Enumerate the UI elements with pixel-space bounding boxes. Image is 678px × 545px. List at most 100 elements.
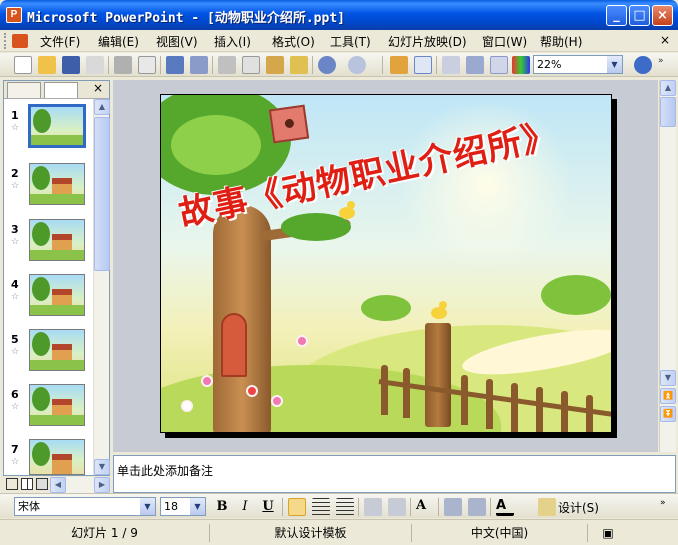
open-icon[interactable]: [38, 56, 56, 74]
spelling-icon[interactable]: [166, 56, 184, 74]
increase-indent-icon[interactable]: [468, 498, 486, 516]
slide-thumbnail-4[interactable]: [29, 274, 85, 316]
scroll-down-icon[interactable]: ▼: [94, 459, 110, 475]
show-grid-icon[interactable]: [490, 56, 508, 74]
close-pane-icon[interactable]: ×: [93, 81, 103, 95]
menu-file[interactable]: 文件(F): [40, 33, 80, 50]
bold-button[interactable]: B: [213, 498, 231, 516]
insert-table-icon[interactable]: [414, 56, 432, 74]
menu-insert[interactable]: 插入(I): [214, 33, 251, 50]
redo-icon[interactable]: [348, 56, 366, 74]
tab-slides[interactable]: [44, 82, 78, 98]
close-button[interactable]: ×: [652, 5, 673, 26]
toolbar-options-icon[interactable]: »: [658, 56, 670, 74]
scroll-up-icon[interactable]: ▲: [660, 80, 676, 96]
slide-thumbnail-5[interactable]: [29, 329, 85, 371]
insert-chart-icon[interactable]: [390, 56, 408, 74]
normal-view-icon[interactable]: [6, 478, 18, 490]
menu-edit[interactable]: 编辑(E): [98, 33, 139, 50]
color-grayscale-icon[interactable]: [512, 56, 530, 74]
menu-format[interactable]: 格式(O): [272, 33, 315, 50]
menu-help[interactable]: 帮助(H): [540, 33, 582, 50]
permission-icon[interactable]: [86, 56, 104, 74]
birdhouse: [268, 104, 310, 144]
slide-thumbnail-2[interactable]: [29, 163, 85, 205]
slideshow-view-icon[interactable]: [36, 478, 48, 490]
format-painter-icon[interactable]: [290, 56, 308, 74]
increase-font-icon[interactable]: A: [416, 498, 434, 516]
help-icon[interactable]: [634, 56, 652, 74]
align-right-icon[interactable]: [336, 498, 354, 516]
italic-button[interactable]: I: [236, 498, 254, 516]
menu-grip[interactable]: [4, 33, 8, 49]
star-icon: ☆: [11, 181, 20, 191]
font-combo[interactable]: 宋体 ▼: [14, 497, 156, 516]
show-formatting-icon[interactable]: [466, 56, 484, 74]
copy-icon[interactable]: [242, 56, 260, 74]
previous-slide-icon[interactable]: ⏫: [660, 388, 676, 404]
print-preview-icon[interactable]: [138, 56, 156, 74]
notes-pane[interactable]: 单击此处添加备注: [113, 455, 676, 493]
design-template[interactable]: 默认设计模板: [210, 524, 412, 542]
thumbnail-scrollbar[interactable]: ▲ ▼: [93, 99, 110, 475]
powerpoint-app-icon[interactable]: P: [6, 7, 22, 23]
font-color-icon[interactable]: A: [496, 498, 514, 516]
font-dropdown-icon[interactable]: ▼: [140, 498, 155, 515]
design-button[interactable]: 设计(S): [558, 499, 599, 516]
slide-thumbnail-1[interactable]: [28, 104, 86, 148]
size-dropdown-icon[interactable]: ▼: [190, 498, 205, 515]
undo-icon[interactable]: [318, 56, 336, 74]
scroll-thumb[interactable]: [94, 117, 110, 271]
slide-editor: 故事《动物职业介绍所》: [113, 80, 658, 452]
standard-toolbar: 22% ▼ »: [0, 53, 678, 77]
menu-window[interactable]: 窗口(W): [482, 33, 527, 50]
cut-icon[interactable]: [218, 56, 236, 74]
notes-placeholder[interactable]: 单击此处添加备注: [117, 462, 213, 479]
zoom-dropdown-icon[interactable]: ▼: [607, 56, 622, 73]
expand-all-icon[interactable]: [442, 56, 460, 74]
font-size-value: 18: [164, 500, 178, 513]
bullets-icon[interactable]: [388, 498, 406, 516]
spelling-status-icon[interactable]: ▣: [588, 524, 628, 542]
document-icon[interactable]: [12, 34, 28, 48]
star-icon: ☆: [11, 292, 20, 302]
slide-counter: 幻灯片 1 / 9: [0, 524, 210, 542]
numbering-icon[interactable]: [364, 498, 382, 516]
font-size-combo[interactable]: 18 ▼: [160, 497, 206, 516]
slide-thumbnail-6[interactable]: [29, 384, 85, 426]
menu-view[interactable]: 视图(V): [156, 33, 198, 50]
scroll-left-icon[interactable]: ◀: [50, 477, 66, 493]
scroll-up-icon[interactable]: ▲: [94, 99, 110, 115]
print-icon[interactable]: [114, 56, 132, 74]
slide-sorter-icon[interactable]: [21, 478, 33, 490]
decrease-indent-icon[interactable]: [444, 498, 462, 516]
underline-button[interactable]: U: [259, 498, 277, 516]
bush: [541, 275, 611, 315]
close-document-icon[interactable]: ×: [660, 33, 670, 47]
maximize-button[interactable]: □: [629, 5, 650, 26]
scroll-thumb[interactable]: [660, 97, 676, 127]
paste-icon[interactable]: [266, 56, 284, 74]
title-bar[interactable]: P Microsoft PowerPoint - [动物职业介绍所.ppt] _…: [0, 0, 678, 30]
pane-horizontal-scrollbar[interactable]: ◀ ▶: [50, 477, 110, 493]
menu-slideshow[interactable]: 幻灯片放映(D): [388, 33, 467, 50]
scroll-right-icon[interactable]: ▶: [94, 477, 110, 493]
toolbar-options-icon[interactable]: »: [660, 498, 672, 516]
menu-tools[interactable]: 工具(T): [330, 33, 371, 50]
design-icon[interactable]: [538, 498, 556, 516]
slide-thumbnail-7[interactable]: [29, 439, 85, 475]
new-icon[interactable]: [14, 56, 32, 74]
menu-bar: 文件(F) 编辑(E) 视图(V) 插入(I) 格式(O) 工具(T) 幻灯片放…: [0, 30, 678, 52]
zoom-combo[interactable]: 22% ▼: [533, 55, 623, 74]
slide-thumbnail-3[interactable]: [29, 219, 85, 261]
align-left-icon[interactable]: [288, 498, 306, 516]
save-icon[interactable]: [62, 56, 80, 74]
research-icon[interactable]: [190, 56, 208, 74]
scroll-down-icon[interactable]: ▼: [660, 370, 676, 386]
next-slide-icon[interactable]: ⏬: [660, 406, 676, 422]
minimize-button[interactable]: _: [606, 5, 627, 26]
slide-canvas[interactable]: 故事《动物职业介绍所》: [160, 94, 612, 433]
align-center-icon[interactable]: [312, 498, 330, 516]
editor-scrollbar[interactable]: ▲ ▼ ⏫ ⏬: [659, 80, 676, 452]
tab-outline[interactable]: [7, 82, 41, 98]
